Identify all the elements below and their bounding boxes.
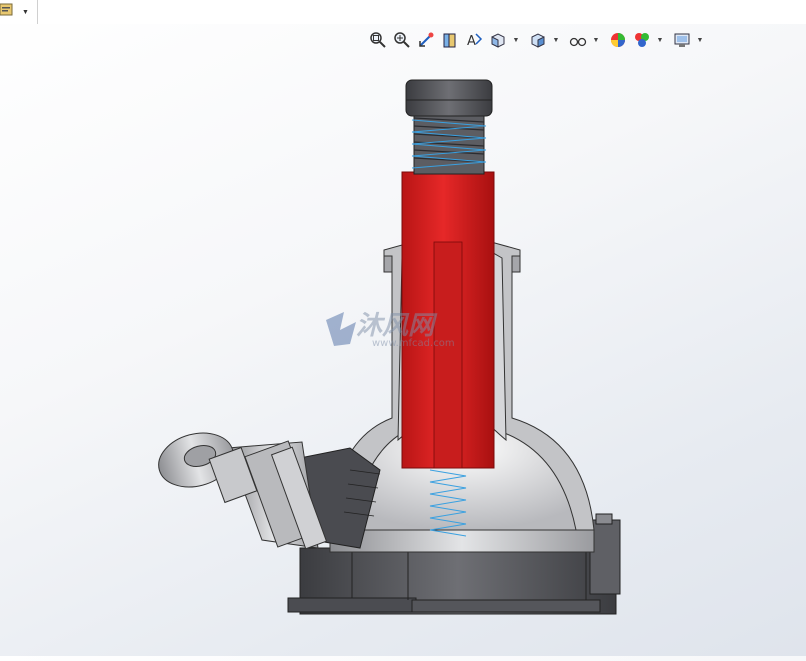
side-drive-shaft — [158, 432, 381, 550]
watermark-text: 沐风网 — [356, 311, 438, 341]
watermark-url: www.mfcad.com — [372, 338, 455, 349]
model-section-view: 沐风网 www.mfcad.com — [158, 79, 621, 615]
properties-menu-button[interactable]: ▼ — [0, 0, 38, 24]
top-screw — [405, 79, 493, 175]
chevron-down-icon: ▼ — [22, 8, 29, 16]
document-properties-icon — [0, 3, 14, 22]
graphics-area[interactable]: 沐风网 www.mfcad.com — [0, 24, 806, 656]
top-toolbar: ▼ — [0, 0, 806, 24]
